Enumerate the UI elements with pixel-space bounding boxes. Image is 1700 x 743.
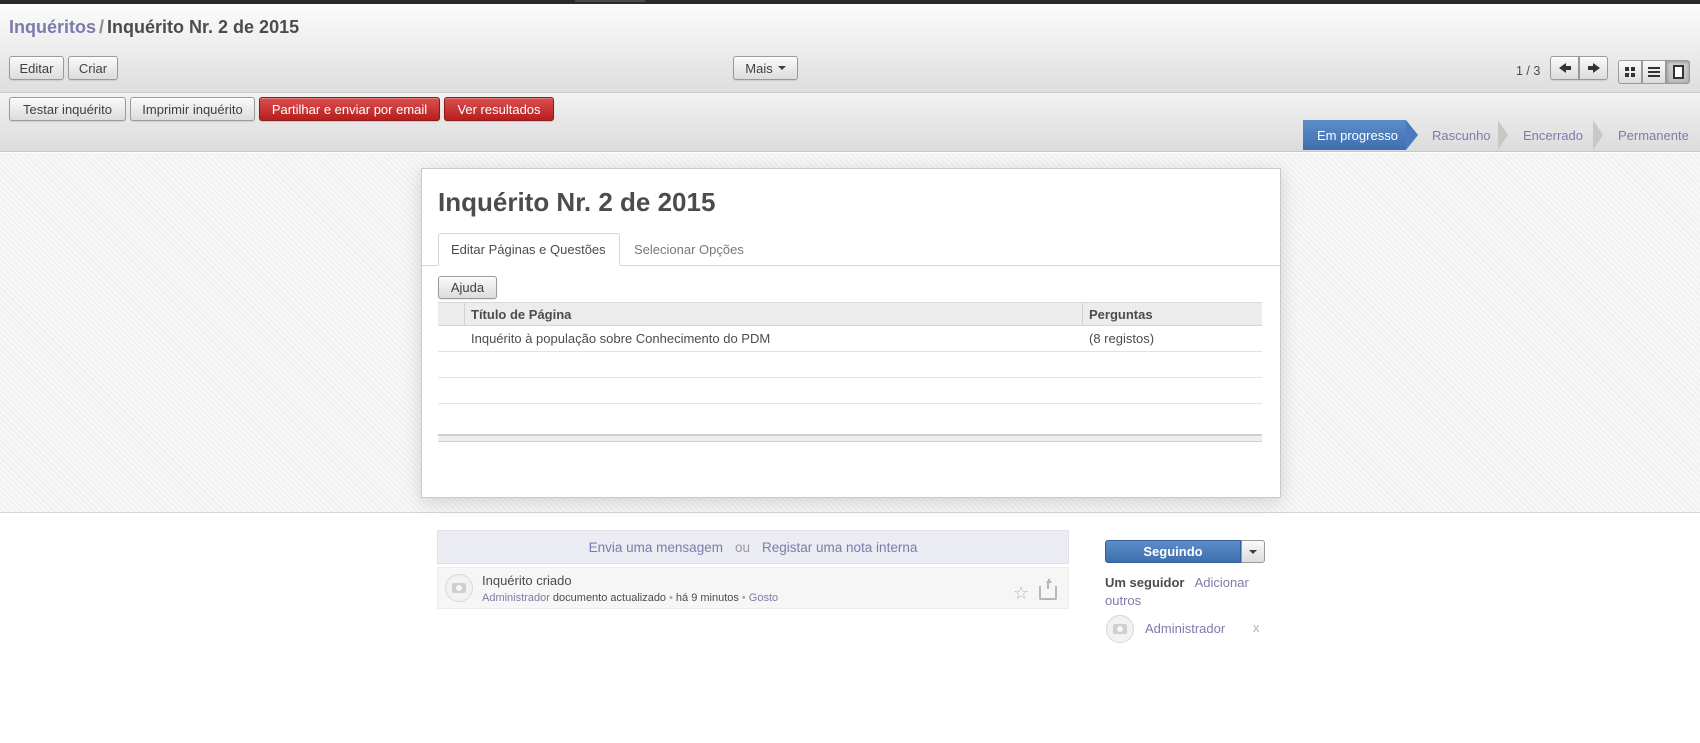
help-button[interactable]: Ajuda — [438, 276, 497, 299]
status-arrow-separator — [1498, 120, 1508, 150]
chatter-composer-bar: Envia uma mensagem ou Registar uma nota … — [437, 530, 1069, 564]
table-header: Título de Página Perguntas — [438, 302, 1262, 326]
table-row[interactable]: Inquérito à população sobre Conhecimento… — [438, 326, 1262, 352]
arrow-right-icon — [1592, 63, 1600, 73]
followers-count: Um seguidor — [1105, 575, 1185, 590]
status-arrow-separator — [1593, 120, 1603, 150]
status-step-in-progress[interactable]: Em progresso — [1303, 120, 1406, 150]
breadcrumb-current: Inquérito Nr. 2 de 2015 — [107, 17, 300, 37]
print-survey-button[interactable]: Imprimir inquérito — [130, 97, 255, 121]
arrow-left-icon — [1558, 63, 1566, 73]
follower-avatar — [1106, 615, 1134, 643]
meta-separator: • — [669, 592, 673, 604]
message-body: Inquérito criado Administrador documento… — [482, 573, 778, 604]
kanban-icon — [1625, 67, 1635, 77]
archive-inbox-icon[interactable] — [1039, 578, 1057, 600]
edit-button[interactable]: Editar — [9, 56, 64, 80]
followers-dropdown-button[interactable] — [1241, 540, 1265, 563]
breadcrumb-separator: / — [99, 17, 105, 37]
followers-summary: Um seguidor Adicionar outros — [1105, 574, 1275, 610]
form-icon — [1672, 65, 1684, 79]
tab-select-options[interactable]: Selecionar Opções — [622, 233, 756, 266]
camera-icon — [452, 583, 466, 593]
pager-value: 1 / 3 — [1516, 64, 1541, 78]
following-button[interactable]: Seguindo — [1105, 540, 1241, 563]
chatter-message: Inquérito criado Administrador documento… — [437, 567, 1069, 609]
table-row-empty — [438, 378, 1262, 404]
message-time: há 9 minutos — [675, 592, 739, 604]
form-sheet: Inquérito Nr. 2 de 2015 Editar Páginas e… — [421, 168, 1281, 498]
form-view-button[interactable] — [1666, 60, 1690, 84]
share-email-button[interactable]: Partilhar e enviar por email — [259, 97, 440, 121]
message-author-link[interactable]: Administrador — [482, 592, 550, 604]
meta-separator: • — [741, 592, 746, 604]
more-dropdown-button[interactable]: Mais — [733, 56, 798, 80]
message-action: documento actualizado — [552, 592, 667, 604]
kanban-view-button[interactable] — [1618, 60, 1642, 84]
message-title: Inquérito criado — [482, 573, 572, 588]
column-header-questions[interactable]: Perguntas — [1089, 307, 1153, 322]
pager-previous-button[interactable] — [1550, 56, 1579, 80]
status-step-draft[interactable]: Rascunho — [1418, 120, 1498, 150]
create-button[interactable]: Criar — [68, 56, 118, 80]
send-message-link[interactable]: Envia uma mensagem — [589, 540, 723, 555]
message-meta: Administrador documento actualizado • há 9… — [482, 592, 778, 604]
survey-title: Inquérito Nr. 2 de 2015 — [438, 187, 716, 217]
status-step-permanent[interactable]: Permanente — [1604, 120, 1700, 150]
cell-questions: (8 registos) — [1089, 331, 1155, 346]
table-footer — [438, 434, 1262, 442]
more-label: Mais — [745, 60, 773, 76]
pager-next-button[interactable] — [1579, 56, 1608, 80]
status-step-closed[interactable]: Encerrado — [1509, 120, 1593, 150]
camera-icon — [1113, 624, 1127, 634]
test-survey-button[interactable]: Testar inquérito — [9, 97, 126, 121]
table-row-empty — [438, 352, 1262, 378]
column-separator — [1082, 303, 1083, 325]
like-link[interactable]: Gosto — [749, 592, 778, 604]
tab-edit-pages[interactable]: Editar Páginas e Questões — [438, 233, 620, 266]
control-panel: Inquéritos / Inquérito Nr. 2 de 2015 Edita… — [0, 4, 1700, 93]
cell-page-title: Inquérito à população sobre Conhecimento… — [471, 331, 771, 346]
remove-follower-icon[interactable]: x — [1253, 620, 1260, 635]
breadcrumb-parent-link[interactable]: Inquéritos — [9, 17, 96, 37]
list-view-button[interactable] — [1642, 60, 1666, 84]
list-icon — [1648, 67, 1660, 77]
window-top-mark — [575, 0, 645, 2]
table-row-empty — [438, 404, 1262, 430]
column-header-page-title[interactable]: Título de Página — [471, 307, 571, 322]
caret-down-icon — [777, 66, 786, 70]
view-results-button[interactable]: Ver resultados — [444, 97, 554, 121]
follower-name-link[interactable]: Administrador — [1145, 621, 1225, 636]
status-arrow-active — [1406, 120, 1418, 150]
or-text: ou — [734, 539, 750, 555]
column-separator — [464, 303, 465, 325]
star-icon[interactable]: ☆ — [1013, 584, 1029, 602]
avatar — [445, 574, 473, 602]
caret-down-icon — [1249, 549, 1257, 554]
breadcrumb: Inquéritos / Inquérito Nr. 2 de 2015 — [9, 17, 299, 38]
arrow-left-stem — [1565, 66, 1571, 70]
form-header: Testar inquérito Imprimir inquérito Part… — [0, 93, 1700, 152]
log-note-link[interactable]: Registar uma nota interna — [762, 540, 917, 555]
